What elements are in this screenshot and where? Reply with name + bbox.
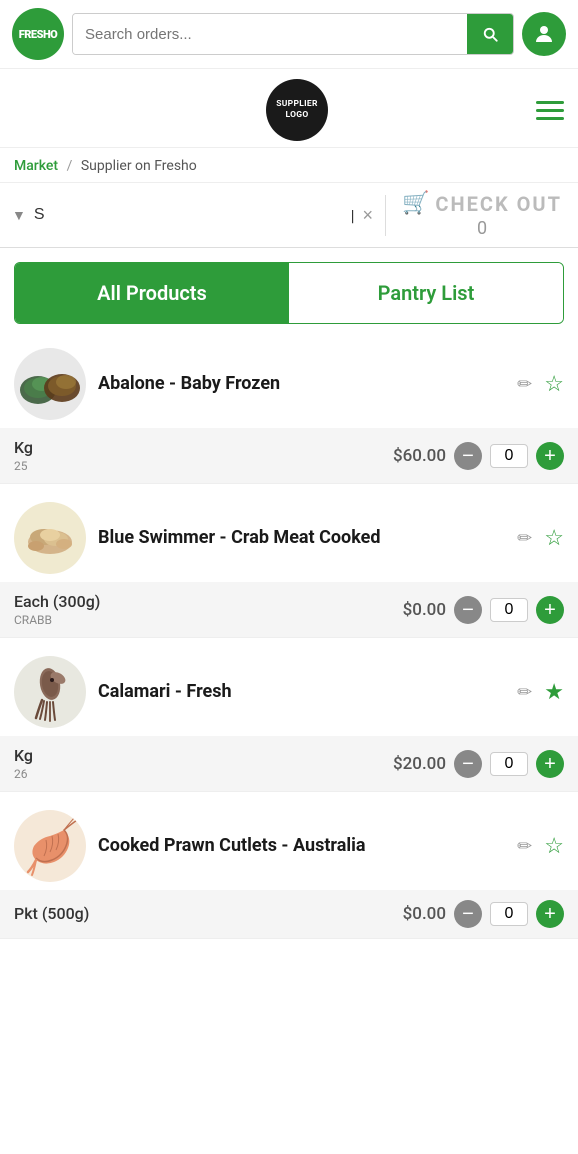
clear-filter-button[interactable]: × [362,205,373,226]
breadcrumb-market[interactable]: Market [14,158,58,174]
qty-input-prawn[interactable] [490,902,528,926]
user-avatar[interactable] [522,12,566,56]
product-unit-area-prawn: Pkt (500g) [14,904,89,925]
checkout-cart-area: 🛒 CHECK OUT [402,191,562,216]
product-sku-abalone: 25 [14,459,33,473]
product-unit-abalone: Kg [14,438,33,457]
product-bottom-abalone: Kg 25 $60.00 − + [0,428,578,483]
search-button[interactable] [467,14,513,54]
product-unit-area-blue-swimmer: Each (300g) CRABB [14,592,100,627]
edit-icon-blue-swimmer[interactable]: ✏ [517,528,532,549]
product-bottom-calamari: Kg 26 $20.00 − + [0,736,578,791]
product-image-prawn [14,810,86,882]
product-bottom-prawn: Pkt (500g) $0.00 − + [0,890,578,938]
product-actions-abalone: ✏ ☆ [517,372,564,397]
product-name-blue-swimmer: Blue Swimmer - Crab Meat Cooked [98,526,505,549]
plus-button-abalone[interactable]: + [536,442,564,470]
minus-button-prawn[interactable]: − [454,900,482,928]
product-price-prawn: $0.00 [403,904,446,924]
product-price-calamari: $20.00 [393,754,446,774]
plus-button-calamari[interactable]: + [536,750,564,778]
product-bottom-blue-swimmer: Each (300g) CRABB $0.00 − + [0,582,578,637]
price-controls-prawn: $0.00 − + [403,900,564,928]
product-name-prawn: Cooked Prawn Cutlets - Australia [98,834,505,857]
qty-input-calamari[interactable] [490,752,528,776]
star-icon-abalone[interactable]: ☆ [544,372,564,397]
star-icon-prawn[interactable]: ☆ [544,834,564,859]
checkout-label: CHECK OUT [435,192,562,216]
product-price-abalone: $60.00 [393,446,446,466]
filter-section: ▼ | × [0,195,386,236]
supplier-logo: SUPPLIER LOGO [266,79,328,141]
header: FRESHO [0,0,578,69]
product-image-blue-swimmer [14,502,86,574]
breadcrumb-supplier: Supplier on Fresho [81,158,197,174]
product-unit-area-calamari: Kg 26 [14,746,33,781]
product-unit-area-abalone: Kg 25 [14,438,33,473]
user-icon [532,22,556,46]
product-tabs: All Products Pantry List [14,262,564,324]
breadcrumb-separator: / [67,158,73,174]
price-controls-calamari: $20.00 − + [393,750,564,778]
product-image-calamari [14,656,86,728]
search-icon [481,25,499,43]
filter-input[interactable] [34,206,343,224]
product-top-calamari: Calamari - Fresh ✏ ★ [0,642,578,736]
product-item-calamari: Calamari - Fresh ✏ ★ Kg 26 $20.00 − + [0,642,578,792]
search-bar [72,13,514,55]
cart-icon: 🛒 [402,191,429,216]
checkout-count: 0 [477,218,487,239]
product-image-abalone [14,348,86,420]
product-name-abalone: Abalone - Baby Frozen [98,372,505,395]
star-icon-calamari[interactable]: ★ [544,680,564,705]
product-item-blue-swimmer: Blue Swimmer - Crab Meat Cooked ✏ ☆ Each… [0,488,578,638]
minus-button-calamari[interactable]: − [454,750,482,778]
product-item-abalone: Abalone - Baby Frozen ✏ ☆ Kg 25 $60.00 −… [0,334,578,484]
product-unit-calamari: Kg [14,746,33,765]
hamburger-menu[interactable] [536,101,564,120]
product-top-blue-swimmer: Blue Swimmer - Crab Meat Cooked ✏ ☆ [0,488,578,582]
product-top-prawn: Cooked Prawn Cutlets - Australia ✏ ☆ [0,796,578,890]
product-item-prawn: Cooked Prawn Cutlets - Australia ✏ ☆ Pkt… [0,796,578,939]
product-sku-calamari: 26 [14,767,33,781]
edit-icon-abalone[interactable]: ✏ [517,374,532,395]
checkout-section[interactable]: 🛒 CHECK OUT 0 [386,183,578,247]
text-cursor: | [351,206,355,225]
product-top-abalone: Abalone - Baby Frozen ✏ ☆ [0,334,578,428]
product-price-blue-swimmer: $0.00 [403,600,446,620]
qty-input-blue-swimmer[interactable] [490,598,528,622]
product-name-calamari: Calamari - Fresh [98,680,505,703]
price-controls-abalone: $60.00 − + [393,442,564,470]
price-controls-blue-swimmer: $0.00 − + [403,596,564,624]
filter-bar: ▼ | × 🛒 CHECK OUT 0 [0,183,578,248]
tab-pantry-list[interactable]: Pantry List [289,263,563,323]
plus-button-blue-swimmer[interactable]: + [536,596,564,624]
product-unit-prawn: Pkt (500g) [14,904,89,923]
breadcrumb: Market / Supplier on Fresho [0,148,578,183]
product-unit-blue-swimmer: Each (300g) [14,592,100,611]
minus-button-abalone[interactable]: − [454,442,482,470]
search-input[interactable] [73,14,467,54]
product-list: Abalone - Baby Frozen ✏ ☆ Kg 25 $60.00 −… [0,324,578,953]
sub-header: SUPPLIER LOGO [0,69,578,148]
tab-all-products[interactable]: All Products [15,263,289,323]
product-actions-blue-swimmer: ✏ ☆ [517,526,564,551]
product-actions-calamari: ✏ ★ [517,680,564,705]
edit-icon-prawn[interactable]: ✏ [517,836,532,857]
filter-icon: ▼ [12,207,26,224]
star-icon-blue-swimmer[interactable]: ☆ [544,526,564,551]
minus-button-blue-swimmer[interactable]: − [454,596,482,624]
qty-input-abalone[interactable] [490,444,528,468]
product-sku-blue-swimmer: CRABB [14,613,100,627]
plus-button-prawn[interactable]: + [536,900,564,928]
fresho-logo[interactable]: FRESHO [12,8,64,60]
edit-icon-calamari[interactable]: ✏ [517,682,532,703]
product-actions-prawn: ✏ ☆ [517,834,564,859]
